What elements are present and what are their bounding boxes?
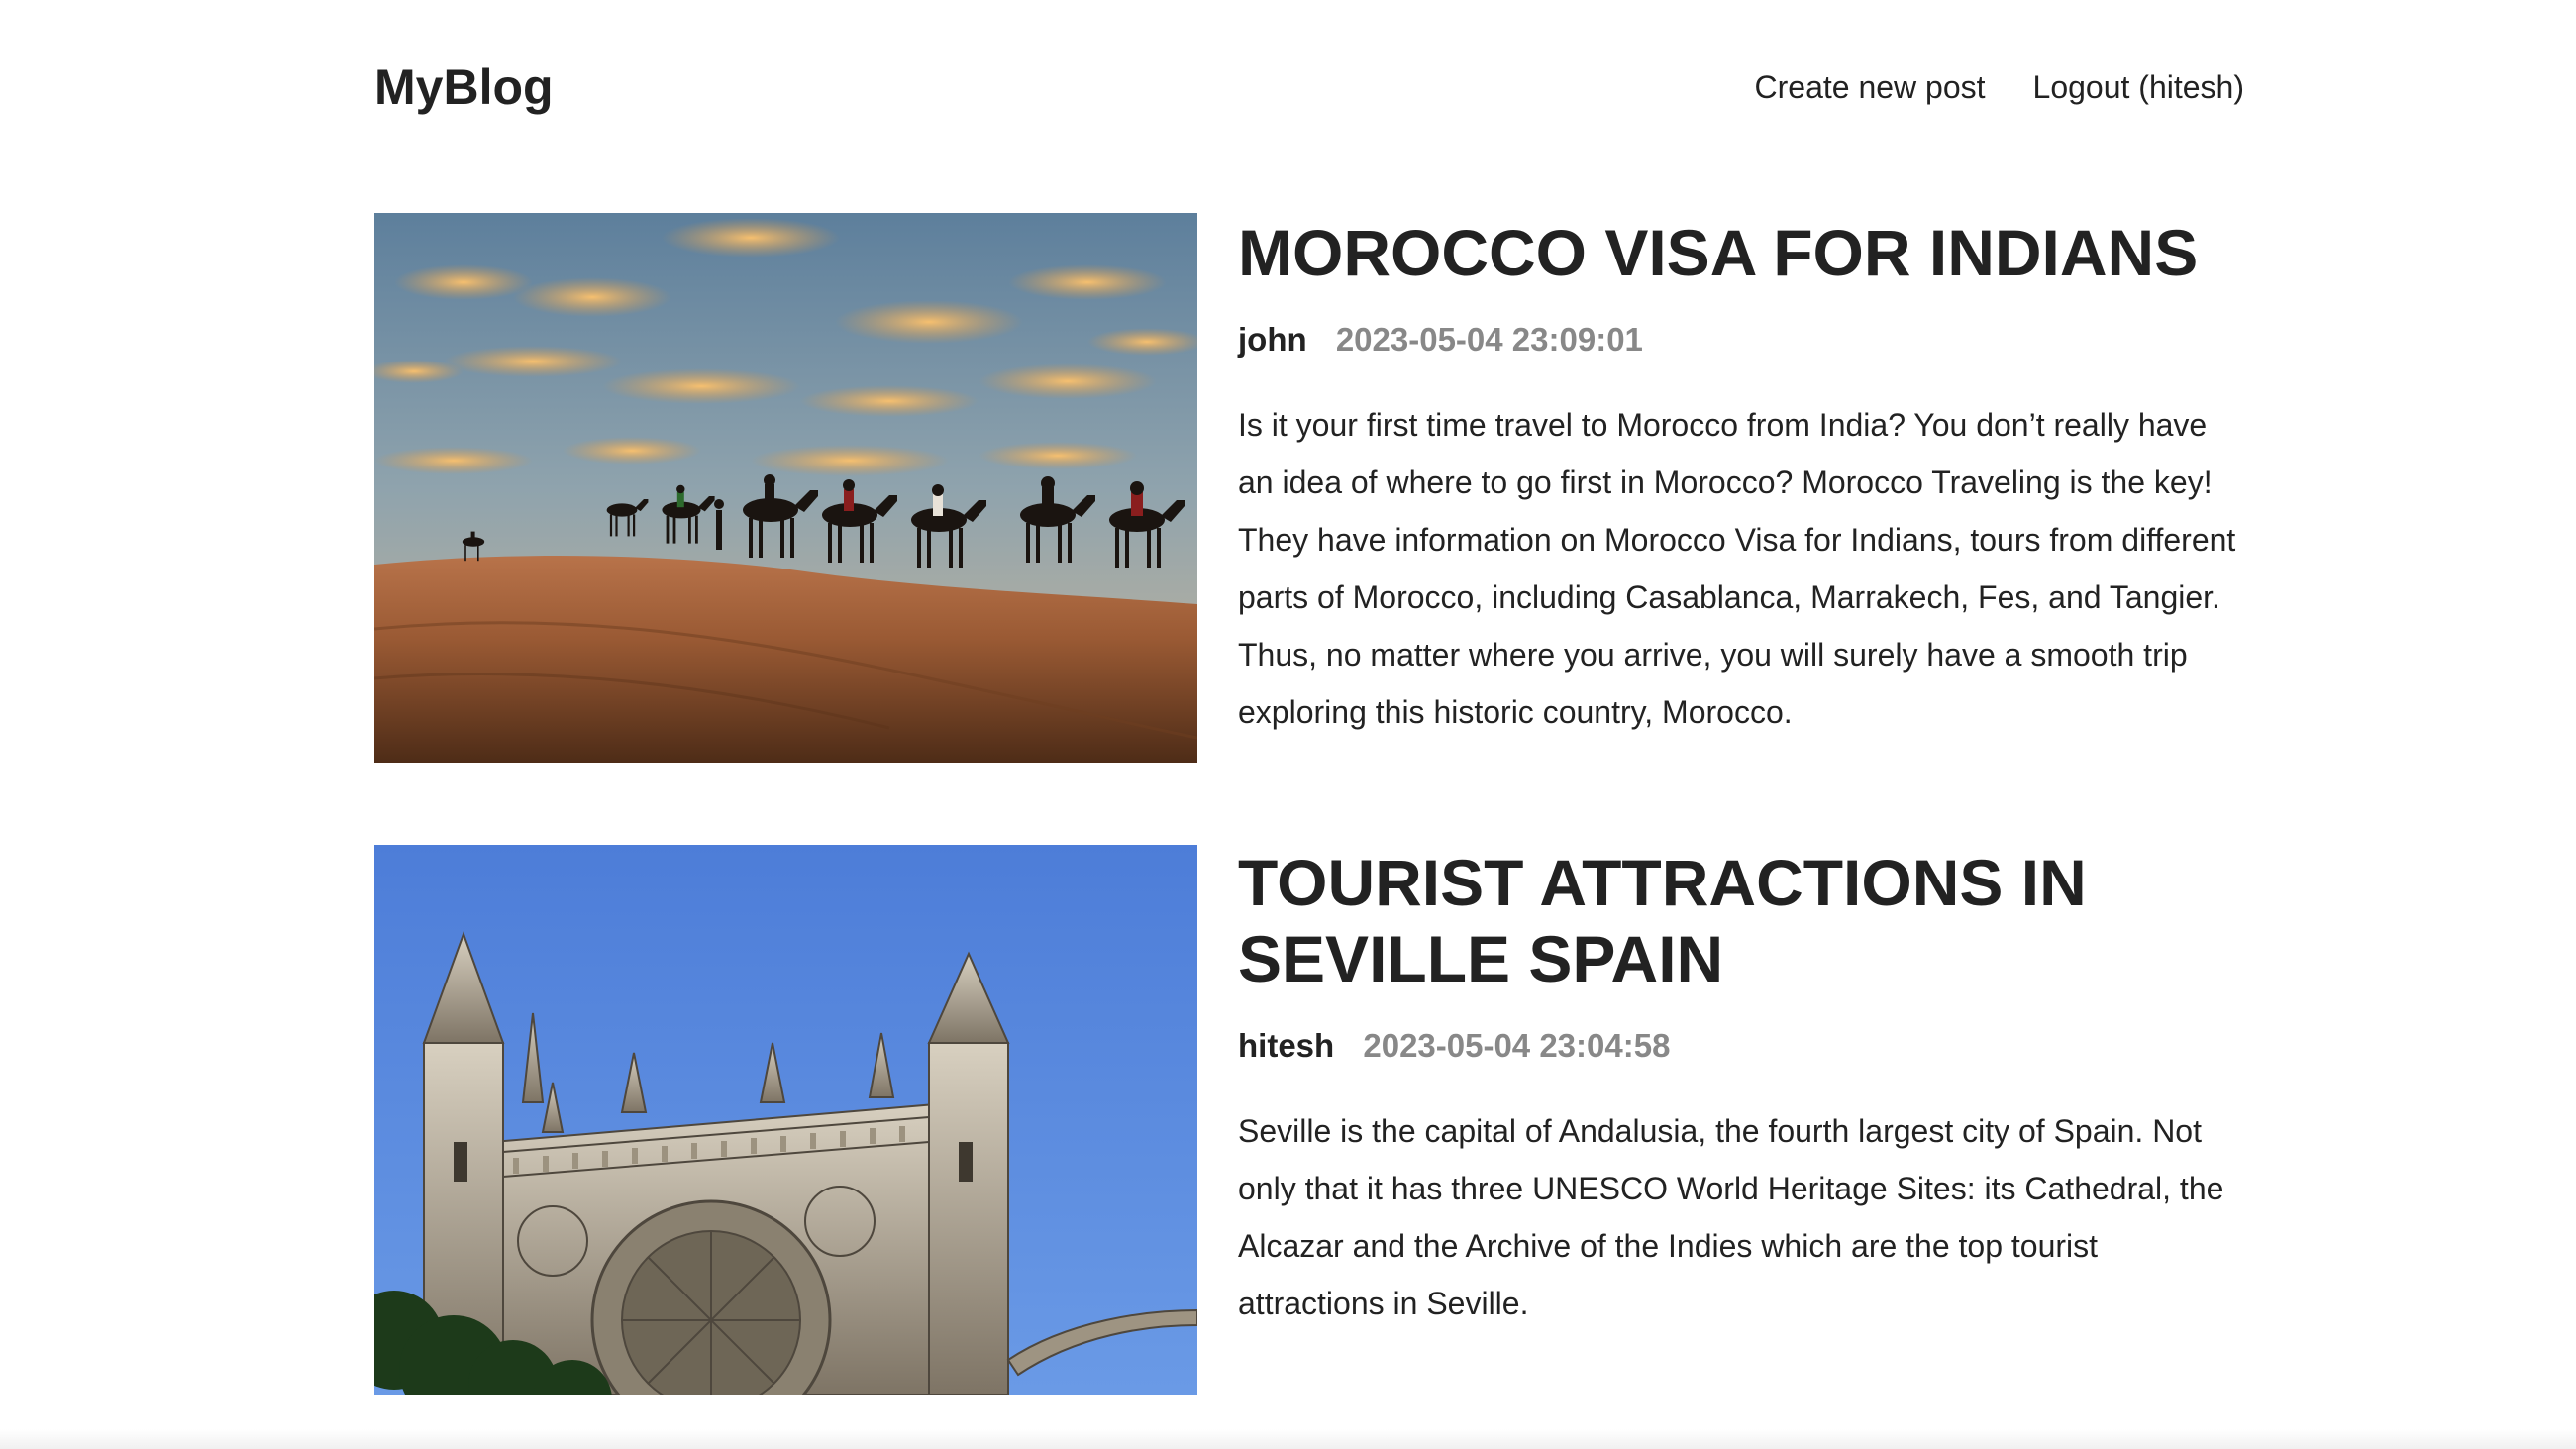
- logout-link[interactable]: Logout (hitesh): [2033, 55, 2244, 119]
- post-author[interactable]: john: [1238, 321, 1307, 358]
- seville-cathedral-image: [374, 845, 1197, 1395]
- post-title[interactable]: TOURIST ATTRACTIONS IN SEVILLE SPAIN: [1238, 845, 2244, 997]
- post-title[interactable]: MOROCCO VISA FOR INDIANS: [1238, 213, 2244, 291]
- post-card: TOURIST ATTRACTIONS IN SEVILLE SPAIN hit…: [374, 845, 2244, 1395]
- post-image-seville-cathedral[interactable]: [374, 845, 1197, 1395]
- post-info: john 2023-05-04 23:09:01: [1238, 317, 2244, 362]
- site-logo[interactable]: MyBlog: [374, 55, 554, 119]
- post-summary: Seville is the capital of Andalusia, the…: [1238, 1113, 2224, 1321]
- post-text: TOURIST ATTRACTIONS IN SEVILLE SPAIN hit…: [1238, 845, 2244, 1332]
- scroll-edge-shadow: [0, 1429, 2576, 1449]
- create-new-post-link[interactable]: Create new post: [1755, 55, 1986, 119]
- post-info: hitesh 2023-05-04 23:04:58: [1238, 1023, 2244, 1069]
- post-summary: Is it your first time travel to Morocco …: [1238, 407, 2236, 730]
- top-nav: Create new post Logout (hitesh): [1755, 55, 2244, 119]
- site-header: MyBlog Create new post Logout (hitesh): [374, 55, 2244, 119]
- post-timestamp: 2023-05-04 23:09:01: [1335, 321, 1643, 358]
- page: MyBlog Create new post Logout (hitesh) M…: [374, 0, 2244, 1449]
- post-text: MOROCCO VISA FOR INDIANS john 2023-05-04…: [1238, 213, 2244, 741]
- post-image-desert-camels[interactable]: [374, 213, 1197, 763]
- post-timestamp: 2023-05-04 23:04:58: [1363, 1027, 1671, 1064]
- desert-camel-caravan-image: [374, 213, 1197, 763]
- post-author[interactable]: hitesh: [1238, 1027, 1334, 1064]
- post-card: MOROCCO VISA FOR INDIANS john 2023-05-04…: [374, 213, 2244, 763]
